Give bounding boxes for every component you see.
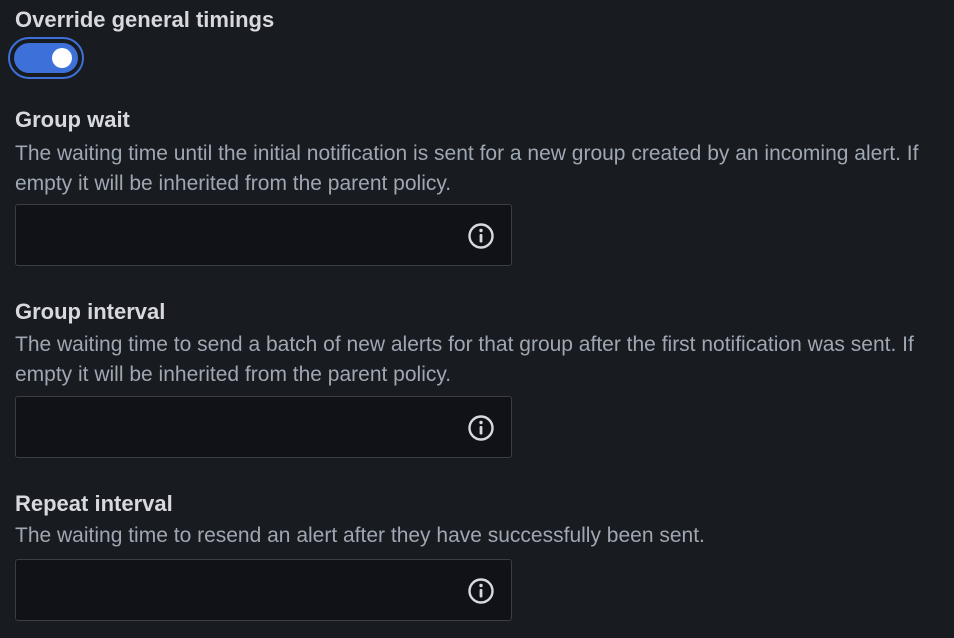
group-interval-input[interactable]: [15, 396, 512, 458]
repeat-interval-input[interactable]: [15, 559, 512, 621]
group-interval-description: The waiting time to send a batch of new …: [15, 333, 914, 386]
info-icon[interactable]: [467, 577, 495, 605]
toggle-track: [14, 43, 78, 73]
group-interval-title: Group interval: [15, 299, 166, 324]
group-wait-input[interactable]: [15, 204, 512, 266]
toggle-knob: [52, 48, 72, 68]
override-timings-toggle[interactable]: [8, 37, 84, 79]
repeat-interval-description: The waiting time to resend an alert afte…: [15, 524, 705, 547]
info-icon[interactable]: [467, 414, 495, 442]
group-wait-description: The waiting time until the initial notif…: [15, 142, 919, 195]
group-wait-title: Group wait: [15, 107, 130, 132]
repeat-interval-title: Repeat interval: [15, 491, 173, 516]
override-timings-label: Override general timings: [15, 7, 275, 32]
info-icon[interactable]: [467, 222, 495, 250]
